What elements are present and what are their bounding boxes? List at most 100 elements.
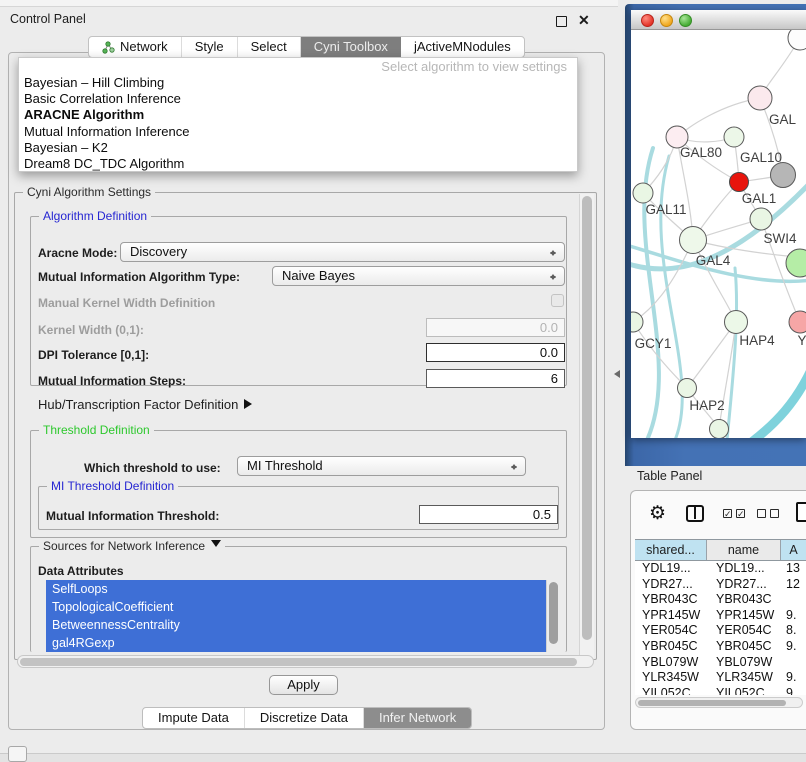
- dropdown-item[interactable]: Bayesian – Hill Climbing: [19, 75, 577, 91]
- window-bottom-strip: [0, 753, 806, 762]
- mi-steps-field[interactable]: 6: [426, 369, 565, 388]
- dpi-tolerance-field[interactable]: 0.0: [426, 343, 565, 362]
- node-gray[interactable]: [771, 163, 796, 188]
- tab-impute-data[interactable]: Impute Data: [143, 708, 245, 728]
- list-item[interactable]: SelfLoops: [46, 580, 546, 598]
- control-panel-title: Control Panel: [10, 12, 86, 26]
- apply-button[interactable]: Apply: [269, 675, 338, 695]
- node-partial-bottom[interactable]: [710, 420, 729, 439]
- node-label: GAL10: [740, 150, 782, 165]
- dropdown-item[interactable]: Mutual Information Inference: [19, 124, 577, 140]
- node-hap4[interactable]: [725, 311, 748, 334]
- tab-network[interactable]: Network: [89, 37, 182, 57]
- checked-checkbox-icon[interactable]: ✓: [736, 509, 745, 518]
- column-header-shared-name[interactable]: shared...: [635, 540, 707, 560]
- bottom-corner-button[interactable]: [8, 746, 27, 762]
- node-hap2[interactable]: [678, 379, 697, 398]
- unchecked-checkbox-icon[interactable]: [770, 509, 779, 518]
- table-row[interactable]: YDL19...YDL19...13: [635, 561, 806, 577]
- node-gcy1[interactable]: [631, 312, 643, 332]
- manual-kernel-checkbox[interactable]: [551, 294, 564, 307]
- aracne-mode-combobox[interactable]: Discovery: [120, 242, 565, 262]
- gear-icon[interactable]: ⚙: [649, 503, 666, 525]
- network-window-titlebar[interactable]: [631, 10, 806, 30]
- aracne-mode-value: Discovery: [130, 244, 187, 259]
- tab-cyni-toolbox[interactable]: Cyni Toolbox: [301, 37, 401, 57]
- close-traffic-light-icon[interactable]: [641, 14, 654, 27]
- node-gal10[interactable]: [724, 127, 744, 147]
- column-header-partial[interactable]: A: [781, 540, 806, 560]
- list-scrollbar-thumb[interactable]: [549, 582, 558, 644]
- stepper-icon: [550, 269, 559, 285]
- list-item[interactable]: gal4RGexp: [46, 634, 546, 652]
- node-salmon[interactable]: [789, 311, 806, 333]
- table-row[interactable]: YBL079WYBL079W: [635, 655, 806, 671]
- cell: YLR345W: [707, 670, 781, 686]
- zoom-traffic-light-icon[interactable]: [679, 14, 692, 27]
- dropdown-item-aracne[interactable]: ARACNE Algorithm: [19, 107, 577, 123]
- settings-hscroll-thumb[interactable]: [20, 658, 577, 666]
- tab-style[interactable]: Style: [182, 37, 238, 57]
- network-canvas[interactable]: GAL GAL80 GAL10 GAL1 GAL11 SWI4 GAL4 GCY…: [631, 30, 806, 438]
- mi-steps-label: Mutual Information Steps:: [38, 374, 186, 388]
- aracne-mode-label: Aracne Mode:: [38, 246, 117, 260]
- table-row[interactable]: YDR27...YDR27...12: [635, 577, 806, 593]
- table-row[interactable]: YLR345WYLR345W9.: [635, 670, 806, 686]
- kernel-width-field[interactable]: 0.0: [426, 318, 565, 337]
- dropdown-item[interactable]: Dream8 DC_TDC Algorithm: [19, 156, 577, 172]
- column-header-name[interactable]: name: [707, 540, 781, 560]
- mi-type-combobox[interactable]: Naive Bayes: [272, 266, 565, 286]
- node-label: Y: [797, 333, 806, 348]
- tab-discretize-data[interactable]: Discretize Data: [245, 708, 364, 728]
- table-row[interactable]: YER054CYER054C8.: [635, 623, 806, 639]
- node-red-selected[interactable]: [730, 173, 749, 192]
- dropdown-item[interactable]: Bayesian – K2: [19, 140, 577, 156]
- table-row[interactable]: YBR045CYBR045C9.: [635, 639, 806, 655]
- minimize-traffic-light-icon[interactable]: [660, 14, 673, 27]
- algorithm-definition-legend: Algorithm Definition: [39, 209, 151, 223]
- cell: YBR045C: [635, 639, 707, 655]
- table-hscroll-thumb[interactable]: [638, 700, 786, 707]
- node-gal1[interactable]: [750, 208, 772, 230]
- hub-definition-toggle[interactable]: Hub/Transcription Factor Definition: [38, 397, 257, 412]
- checked-checkbox-icon[interactable]: ✓: [723, 509, 732, 518]
- cell: 8.: [781, 623, 806, 639]
- float-window-icon[interactable]: [556, 16, 567, 27]
- which-threshold-label: Which threshold to use:: [84, 461, 221, 475]
- node-partial-top[interactable]: [788, 30, 806, 50]
- sources-legend[interactable]: Sources for Network Inference: [39, 539, 225, 553]
- node-gal-pink[interactable]: [748, 86, 772, 110]
- mi-threshold-field[interactable]: 0.5: [419, 505, 558, 524]
- node-label: SWI4: [763, 231, 796, 246]
- table-row[interactable]: YIL052CYIL052C9.: [635, 686, 806, 695]
- cell: 12: [781, 577, 806, 593]
- teal-edges: [631, 148, 806, 438]
- columns-icon[interactable]: [686, 505, 704, 522]
- cell: [781, 655, 806, 671]
- node-bright-green[interactable]: [786, 249, 806, 277]
- mi-threshold-legend: MI Threshold Definition: [47, 479, 178, 493]
- node-gal4[interactable]: [680, 227, 707, 254]
- collapsed-arrow-icon: [244, 399, 257, 409]
- tab-infer-network[interactable]: Infer Network: [364, 708, 471, 728]
- node-label: GAL1: [742, 191, 777, 206]
- cell: 9.: [781, 686, 806, 695]
- tab-jactivemnodules[interactable]: jActiveMNodules: [401, 37, 524, 57]
- table-panel-title: Table Panel: [637, 469, 702, 483]
- node-gal11[interactable]: [633, 183, 653, 203]
- table-row[interactable]: YBR043CYBR043C: [635, 592, 806, 608]
- settings-vscroll-thumb[interactable]: [582, 196, 592, 640]
- cell: YBL079W: [635, 655, 707, 671]
- unchecked-checkbox-icon[interactable]: [757, 509, 766, 518]
- which-threshold-combobox[interactable]: MI Threshold: [237, 456, 526, 476]
- table-row[interactable]: YPR145WYPR145W9.: [635, 608, 806, 624]
- list-item[interactable]: BetweennessCentrality: [46, 616, 546, 634]
- node-label: GAL11: [645, 202, 686, 217]
- list-item[interactable]: TopologicalCoefficient: [46, 598, 546, 616]
- dropdown-item[interactable]: Basic Correlation Inference: [19, 91, 577, 107]
- tab-network-label: Network: [120, 37, 168, 57]
- document-icon[interactable]: [796, 502, 806, 522]
- close-icon[interactable]: ✕: [578, 12, 590, 29]
- tab-select[interactable]: Select: [238, 37, 301, 57]
- mi-type-value: Naive Bayes: [282, 268, 355, 283]
